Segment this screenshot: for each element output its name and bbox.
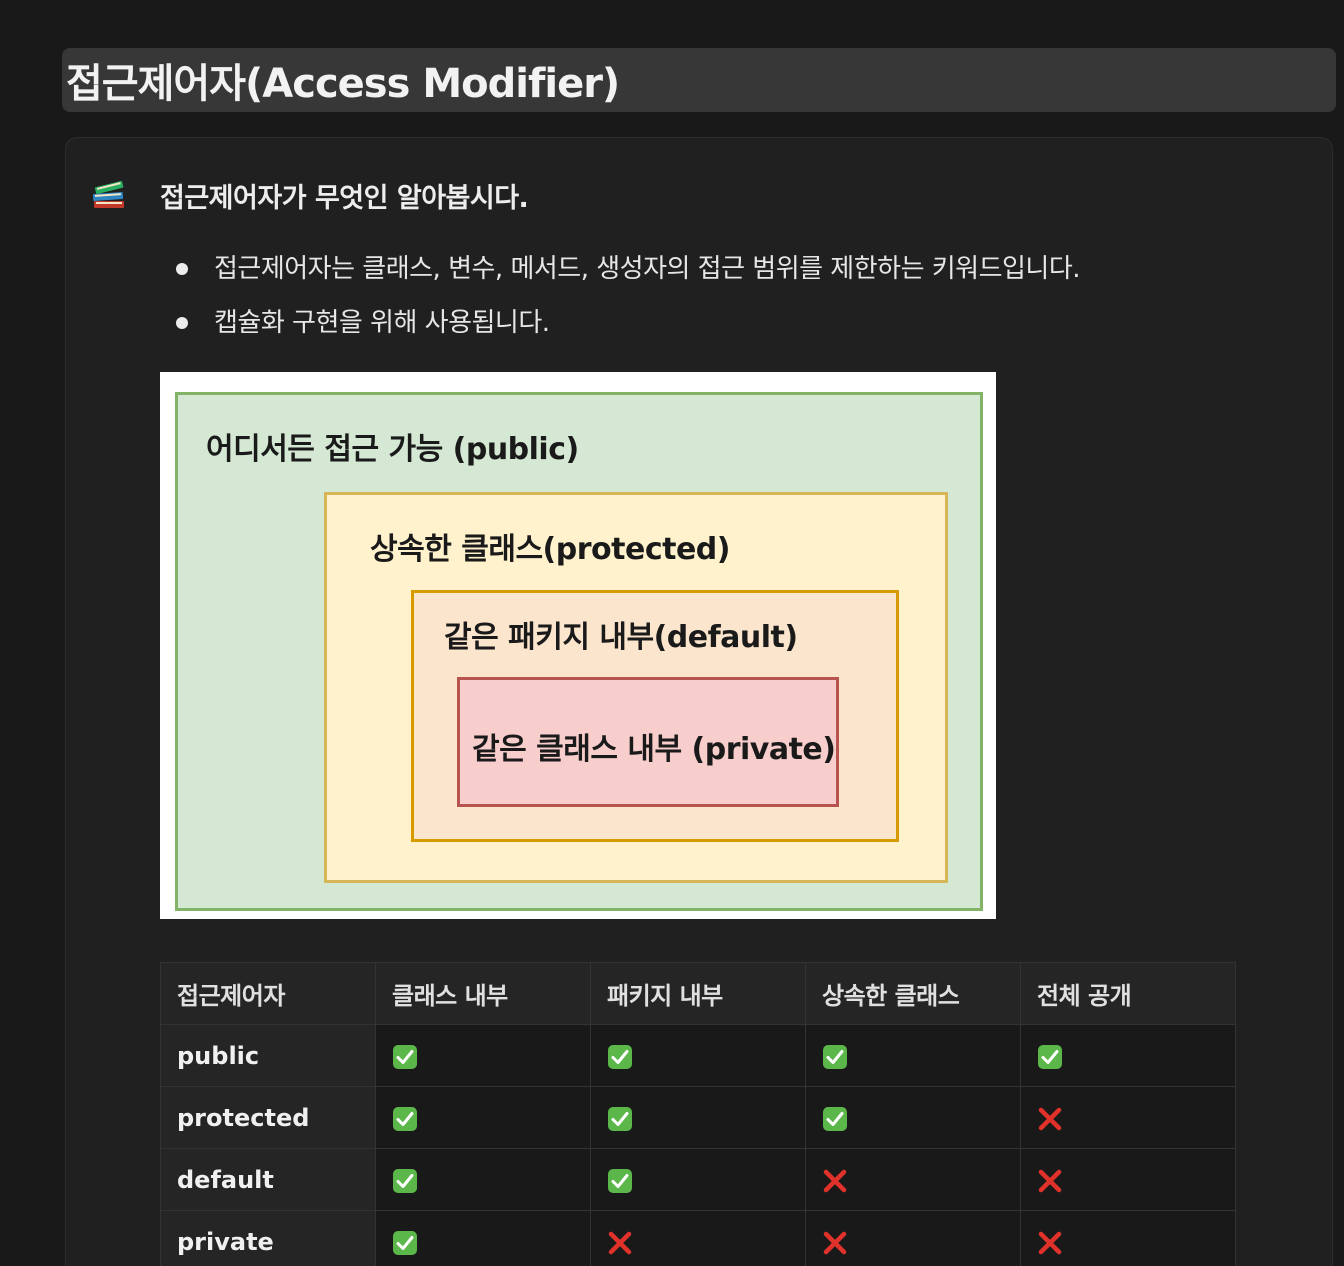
cross-mark-icon (1038, 1169, 1062, 1192)
access-cell (1020, 1086, 1236, 1149)
callout[interactable]: 접근제어자가 무엇인 알아봅시다. 접근제어자는 클래스, 변수, 메서드, 생… (65, 137, 1333, 1266)
header-cell: 클래스 내부 (375, 962, 591, 1025)
table-header-row: 접근제어자 클래스 내부 패키지 내부 상속한 클래스 전체 공개 (160, 962, 1236, 1025)
check-mark-button-icon (823, 1106, 847, 1131)
table-body: public protected default private (160, 1024, 1236, 1266)
public-scope-label: 어디서든 접근 가능 (public) (206, 432, 579, 467)
access-cell (590, 1210, 806, 1266)
header-cell: 패키지 내부 (590, 962, 806, 1025)
page-title: 접근제어자(Access Modifier) (66, 61, 620, 107)
check-mark-button-icon (608, 1044, 632, 1069)
bullet-icon (176, 317, 188, 329)
list-item[interactable]: 캡슐화 구현을 위해 사용됩니다. (174, 298, 1080, 352)
access-cell (805, 1086, 1021, 1149)
check-mark-button-icon (393, 1230, 417, 1255)
access-cell (805, 1024, 1021, 1087)
modifier-cell: protected (160, 1086, 376, 1149)
bullet-icon (176, 263, 188, 275)
access-cell (1020, 1148, 1236, 1211)
list-item-text: 캡슐화 구현을 위해 사용됩니다. (214, 308, 550, 338)
access-cell (805, 1148, 1021, 1211)
table-row: public (160, 1024, 1236, 1087)
table-row: private (160, 1210, 1236, 1266)
default-scope-label: 같은 패키지 내부(default) (444, 620, 798, 655)
list-item[interactable]: 접근제어자는 클래스, 변수, 메서드, 생성자의 접근 범위를 제한하는 키워… (174, 244, 1081, 298)
access-cell (375, 1024, 591, 1087)
access-cell (1020, 1210, 1236, 1266)
cross-mark-icon (1038, 1107, 1062, 1130)
cross-mark-icon (823, 1169, 847, 1192)
modifier-cell: private (160, 1210, 376, 1266)
access-cell (1020, 1024, 1236, 1087)
header-cell: 전체 공개 (1020, 962, 1236, 1025)
access-scope-diagram[interactable]: 어디서든 접근 가능 (public) 상속한 클래스(protected) 같… (160, 372, 996, 919)
header-cell: 상속한 클래스 (805, 962, 1021, 1025)
list-item-text: 접근제어자는 클래스, 변수, 메서드, 생성자의 접근 범위를 제한하는 키워… (214, 254, 1081, 284)
header-cell: 접근제어자 (160, 962, 376, 1025)
cross-mark-icon (1038, 1231, 1062, 1254)
modifier-cell: default (160, 1148, 376, 1211)
books-icon (92, 180, 124, 208)
access-cell (805, 1210, 1021, 1266)
bullet-list: 접근제어자는 클래스, 변수, 메서드, 생성자의 접근 범위를 제한하는 키워… (174, 244, 1081, 352)
cross-mark-icon (608, 1231, 632, 1254)
access-table: 접근제어자 클래스 내부 패키지 내부 상속한 클래스 전체 공개 public… (160, 962, 1236, 1266)
check-mark-button-icon (393, 1044, 417, 1069)
heading-block[interactable]: 접근제어자(Access Modifier) (62, 48, 1336, 112)
private-scope-label: 같은 클래스 내부 (private) (472, 732, 836, 767)
access-cell (375, 1148, 591, 1211)
modifier-cell: public (160, 1024, 376, 1087)
check-mark-button-icon (608, 1168, 632, 1193)
check-mark-button-icon (1038, 1044, 1062, 1069)
access-cell (590, 1024, 806, 1087)
access-cell (375, 1210, 591, 1266)
page: 접근제어자(Access Modifier) 접근제어자가 무엇인 알아봅시다.… (0, 0, 1344, 1266)
access-cell (590, 1148, 806, 1211)
table-row: protected (160, 1086, 1236, 1149)
cross-mark-icon (823, 1231, 847, 1254)
access-cell (375, 1086, 591, 1149)
check-mark-button-icon (393, 1106, 417, 1131)
check-mark-button-icon (823, 1044, 847, 1069)
check-mark-button-icon (608, 1106, 632, 1131)
protected-scope-label: 상속한 클래스(protected) (370, 532, 730, 567)
table-row: default (160, 1148, 1236, 1211)
access-cell (590, 1086, 806, 1149)
callout-title: 접근제어자가 무엇인 알아봅시다. (160, 183, 529, 214)
check-mark-button-icon (393, 1168, 417, 1193)
